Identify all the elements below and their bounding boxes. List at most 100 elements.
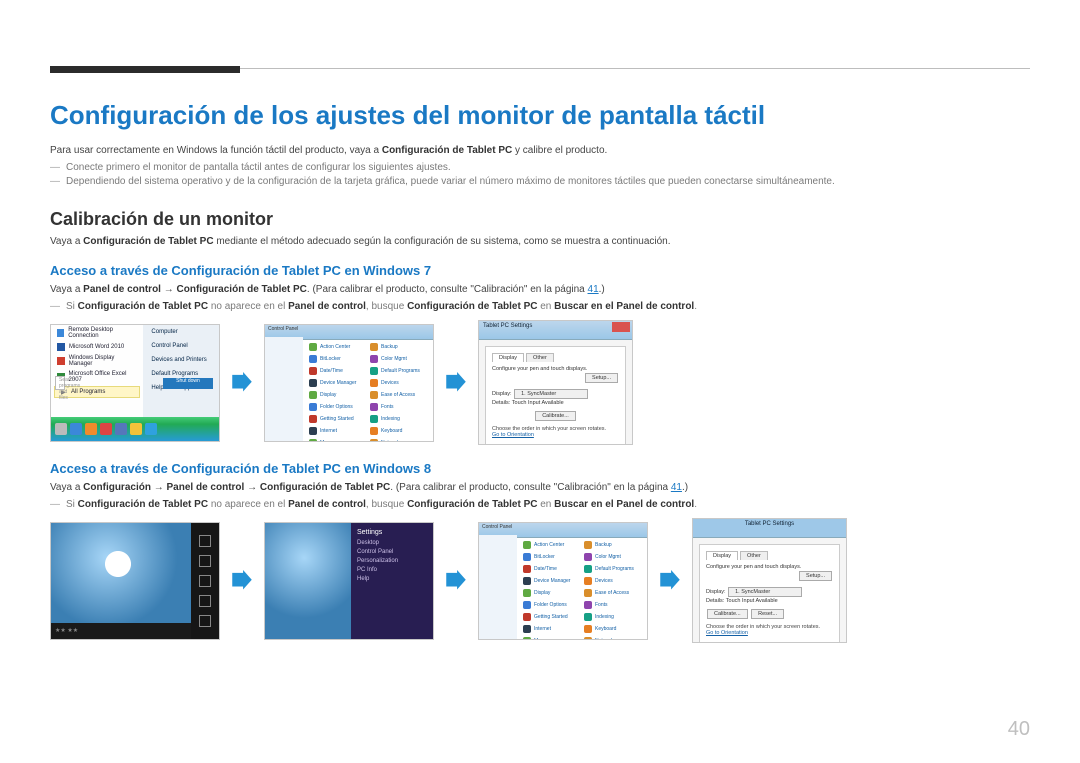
cp-item: Internet [309, 427, 366, 435]
screenshot-control-panel-win8: Control Panel Action CenterBackupBitLock… [478, 522, 648, 640]
setup-button: Setup... [585, 373, 618, 383]
screenshot-control-panel: Control Panel Action CenterBackupBitLock… [264, 324, 434, 442]
titlebar: Tablet PC Settings [479, 321, 632, 340]
cp-item: Mouse [309, 439, 366, 442]
cp-item: Getting Started [309, 415, 366, 423]
screenshot-tablet-pc-settings: Tablet PC Settings DisplayOther Configur… [478, 320, 633, 445]
cp-item: Ease of Access [584, 589, 641, 597]
cp-item: BitLocker [523, 553, 580, 561]
t: Panel de control [83, 284, 161, 295]
orientation-link: Go to Orientation [492, 432, 619, 438]
ritem: Devices and Printers [143, 353, 219, 367]
settings-item: PC Info [357, 567, 427, 573]
t: Panel de control [288, 301, 366, 312]
calibrate-button: Calibrate... [707, 609, 748, 619]
t: mediante el método adecuado según la con… [214, 236, 671, 247]
display-value: 1. SyncMaster [728, 587, 802, 597]
t: Configuración [83, 482, 151, 493]
cp-item: Devices [370, 379, 427, 387]
taskbar-text: ★★ ★★ [55, 627, 78, 634]
t: Configuración de Tablet PC [407, 301, 537, 312]
intro-paragraph: Para usar correctamente en Windows la fu… [50, 145, 1030, 156]
win7-flow: Remote Desktop Connection Microsoft Word… [50, 320, 1030, 445]
cp-item: Getting Started [523, 613, 580, 621]
t: Vaya a [50, 236, 83, 247]
subheading-win7: Acceso a través de Configuración de Tabl… [50, 263, 1030, 278]
t: . [694, 499, 697, 510]
cp-item: Date/Time [523, 565, 580, 573]
page-title: Configuración de los ajustes del monitor… [50, 100, 1030, 131]
cp-item: Folder Options [523, 601, 580, 609]
display-value: 1. SyncMaster [514, 389, 588, 399]
t: Details: [492, 400, 510, 406]
cp-item: Action Center [523, 541, 580, 549]
win7-tip: Si Configuración de Tablet PC no aparece… [50, 301, 1030, 312]
cp-item: Default Programs [584, 565, 641, 573]
page-link[interactable]: 41 [588, 284, 599, 295]
ritem: Computer [143, 325, 219, 339]
tab: Display [706, 551, 738, 560]
screenshot-start-menu: Remote Desktop Connection Microsoft Word… [50, 324, 220, 442]
app-label: Windows Display Manager [69, 355, 138, 367]
t: Display: [706, 589, 726, 595]
intro-notes: Conecte primero el monitor de pantalla t… [50, 162, 1030, 187]
t: Si [66, 301, 78, 312]
note-item: Conecte primero el monitor de pantalla t… [50, 162, 1030, 173]
subheading-win8: Acceso a través de Configuración de Tabl… [50, 461, 1030, 476]
t: Configuración de Tablet PC [260, 482, 390, 493]
t: , busque [366, 499, 407, 510]
cp-item: Devices [584, 577, 641, 585]
section-heading: Calibración de un monitor [50, 209, 1030, 230]
t: Si [66, 499, 78, 510]
t: → [151, 482, 167, 493]
cp-item: BitLocker [309, 355, 366, 363]
t: en [537, 499, 554, 510]
arrow-icon [656, 567, 684, 595]
cp-item: Mouse [523, 637, 580, 640]
manual-page: Configuración de los ajustes del monitor… [0, 0, 1080, 763]
arrow-icon [442, 567, 470, 595]
settings-item: Personalization [357, 558, 427, 564]
t: Configuración de Tablet PC [83, 236, 213, 247]
t: Panel de control [167, 482, 245, 493]
all-programs: All Programs [71, 389, 105, 395]
calibrate-button: Calibrate... [535, 411, 576, 421]
setup-button: Setup... [799, 571, 832, 581]
cp-item: Display [523, 589, 580, 597]
page-link[interactable]: 41 [671, 482, 682, 493]
t: .) [682, 482, 688, 493]
t: . [694, 301, 697, 312]
tab: Other [526, 353, 554, 362]
t: Configuración de Tablet PC [407, 499, 537, 510]
cp-item: Display [309, 391, 366, 399]
settings-item: Help [357, 576, 427, 582]
win7-path: Vaya a Panel de control → Configuración … [50, 284, 1030, 295]
t: en [537, 301, 554, 312]
t: Configuración de Tablet PC [177, 284, 307, 295]
ritem: Control Panel [143, 339, 219, 353]
screenshot-tablet-pc-settings-win8: Tablet PC Settings DisplayOther Configur… [692, 518, 847, 643]
t: . (Para calibrar el producto, consulte "… [390, 482, 671, 493]
app-label: Microsoft Office Excel 2007 [69, 371, 138, 383]
t: Vaya a [50, 284, 83, 295]
cp-item: Keyboard [584, 625, 641, 633]
intro-suffix: y calibre el producto. [512, 145, 607, 156]
cp-item: Color Mgmt [584, 553, 641, 561]
t: Vaya a [50, 482, 83, 493]
cp-item: Device Manager [523, 577, 580, 585]
cp-item: Indexing [584, 613, 641, 621]
cp-item: Folder Options [309, 403, 366, 411]
t: Details: [706, 598, 724, 604]
search-input: Search programs and files [55, 376, 65, 390]
tip-item: Si Configuración de Tablet PC no aparece… [50, 499, 1030, 510]
app-label: Microsoft Word 2010 [69, 344, 124, 350]
note-item: Dependiendo del sistema operativo y de l… [50, 176, 1030, 187]
t: Buscar en el Panel de control [554, 499, 694, 510]
page-number: 40 [1008, 718, 1030, 741]
tab: Other [740, 551, 768, 560]
t: Panel de control [288, 499, 366, 510]
settings-item: Desktop [357, 540, 427, 546]
t: Touch Input Available [726, 598, 778, 604]
t: → [161, 284, 177, 295]
arrow-icon [228, 369, 256, 397]
